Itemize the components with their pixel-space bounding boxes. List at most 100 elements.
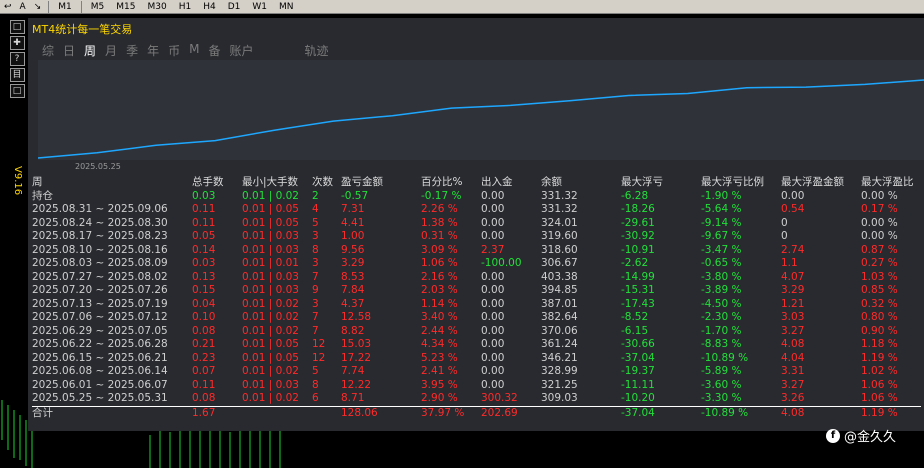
tab-trajectory[interactable]: 轨迹 (305, 42, 329, 59)
cell-max-float-profit-pct: 1.19 % (861, 351, 898, 364)
cell-balance: 361.24 (541, 338, 578, 350)
cell-total-lots: 0.21 (192, 338, 216, 350)
cell-percent: 2.44 % (421, 324, 458, 337)
header-percent: 百分比% (421, 176, 463, 188)
timeframe-m1[interactable]: M1 (52, 0, 78, 14)
cell-count: 8 (312, 243, 319, 256)
cell-max-float-profit: 3.31 (781, 365, 805, 377)
cell-max-float-profit-pct: 1.06 % (861, 392, 898, 404)
cell-count: 7 (312, 311, 319, 323)
panel-title: MT4统计每一笔交易 (32, 23, 133, 36)
cell-max-drawdown-pct: -3.47 % (701, 243, 742, 256)
tab-month[interactable]: 月 (105, 42, 117, 59)
watermark: f @金久久 (826, 426, 896, 445)
tab-currency[interactable]: 币 (168, 42, 180, 59)
cell-deposit-withdraw: 0.00 (481, 230, 505, 242)
cell-percent: 1.14 % (421, 297, 458, 310)
cell-max-drawdown: -2.62 (621, 257, 649, 269)
toolbar-separator (80, 0, 82, 13)
version-tag: V9.16 (12, 166, 23, 196)
header-balance: 余额 (541, 176, 562, 188)
cell-percent: 0.31 % (421, 230, 458, 242)
cell-max-drawdown: -14.99 (621, 270, 655, 283)
timeframe-h1[interactable]: H1 (173, 0, 198, 14)
cell-total-lots: 0.23 (192, 351, 216, 364)
cell-max-drawdown-pct: -9.67 % (701, 230, 742, 242)
period-tabs: 综 日 周 月 季 年 币 M 备 账户 轨迹 (42, 42, 329, 59)
cell-max-float-profit: 0 (781, 216, 788, 229)
cell-total-lots: 0.04 (192, 297, 216, 310)
timeframe-h4[interactable]: H4 (197, 0, 222, 14)
cell-percent: 5.23 % (421, 351, 458, 364)
cell-max-drawdown-pct: -0.65 % (701, 257, 742, 269)
cell-pnl: 8.53 (341, 270, 365, 283)
table-row: 2025.08.17 ~ 2025.08.23 0.05 0.01 | 0.03 3 1… (32, 230, 921, 244)
cell-count: 5 (312, 365, 319, 377)
cell-count: 8 (312, 378, 319, 391)
cell-total-lots: 0.03 (192, 189, 216, 202)
arrow-tool-icon[interactable]: ↘ (30, 0, 46, 14)
cell-max-float-profit-pct: 0.87 % (861, 243, 898, 256)
move-icon[interactable]: ✚ (9, 36, 25, 50)
cell-period: 2025.06.01 ~ 2025.06.07 (32, 378, 168, 391)
timeframe-m30[interactable]: M30 (141, 0, 172, 14)
table-row: 2025.07.20 ~ 2025.07.26 0.15 0.01 | 0.03 9 7… (32, 284, 921, 298)
cell-max-float-profit: 4.08 (781, 405, 861, 420)
top-toolbar: ↩ A ↘ M1 M5 M15 M30 H1 H4 D1 W1 MN (0, 0, 924, 14)
cell-period: 2025.06.08 ~ 2025.06.14 (32, 365, 168, 377)
tab-quarter[interactable]: 季 (126, 42, 138, 59)
cell-percent: 1.06 % (421, 257, 458, 269)
cell-balance: 321.25 (541, 378, 578, 391)
cell-pnl: 8.82 (341, 324, 365, 337)
table-row: 2025.06.01 ~ 2025.06.07 0.11 0.01 | 0.03 8 1… (32, 379, 921, 393)
timeframe-m5[interactable]: M5 (85, 0, 111, 14)
tab-overview[interactable]: 综 (42, 42, 54, 59)
help-icon[interactable]: ? (9, 52, 25, 66)
cell-count: 12 (312, 351, 326, 364)
cell-min-max-lots: 0.01 | 0.02 (242, 324, 299, 337)
cell-balance (541, 405, 621, 420)
cell-count: 3 (312, 257, 319, 269)
cell-max-drawdown: -6.28 (621, 189, 649, 202)
cell-max-drawdown: -30.92 (621, 230, 655, 242)
cell-max-drawdown: -37.04 (621, 351, 655, 364)
tab-day[interactable]: 日 (63, 42, 75, 59)
cell-deposit-withdraw: 0.00 (481, 203, 505, 215)
cell-max-drawdown: -17.43 (621, 297, 655, 310)
timeframe-w1[interactable]: W1 (246, 0, 273, 14)
cell-balance: 370.06 (541, 324, 578, 337)
cell-max-drawdown-pct: -9.14 % (701, 216, 742, 229)
cell-max-float-profit-pct: 1.02 % (861, 365, 898, 377)
cell-balance: 324.01 (541, 216, 578, 229)
tab-account[interactable]: 账户 (229, 42, 253, 59)
restore-icon[interactable]: □ (9, 84, 25, 98)
timeframe-d1[interactable]: D1 (222, 0, 247, 14)
text-tool-icon[interactable]: A (16, 0, 30, 14)
cell-total-lots: 0.14 (192, 243, 216, 256)
cell-max-drawdown: -18.26 (621, 203, 655, 215)
cell-percent: 37.97 % (421, 405, 481, 420)
cell-period: 2025.06.22 ~ 2025.06.28 (32, 338, 168, 350)
tab-year[interactable]: 年 (147, 42, 159, 59)
timeframe-m15[interactable]: M15 (110, 0, 141, 14)
window-icon[interactable]: □ (9, 20, 25, 34)
cell-max-drawdown: -8.52 (621, 311, 649, 323)
header-max-drawdown-pct: 最大浮亏比例 (701, 176, 764, 188)
tab-magic[interactable]: M (189, 42, 199, 59)
undo-tool-icon[interactable]: ↩ (0, 0, 16, 14)
table-row: 2025.07.13 ~ 2025.07.19 0.04 0.01 | 0.02 3 4… (32, 298, 921, 312)
cell-balance: 331.32 (541, 189, 578, 202)
tab-notes[interactable]: 备 (208, 42, 220, 59)
cell-pnl: 12.22 (341, 378, 372, 391)
cell-max-drawdown-pct: -2.30 % (701, 311, 742, 323)
grid-icon[interactable]: 目 (9, 68, 25, 82)
cell-deposit-withdraw: 300.32 (481, 392, 518, 404)
tab-week[interactable]: 周 (84, 42, 96, 59)
timeframe-mn[interactable]: MN (273, 0, 300, 14)
header-total-lots: 总手数 (192, 176, 224, 188)
cell-max-float-profit: 3.27 (781, 324, 805, 337)
cell-deposit-withdraw: 0.00 (481, 270, 505, 283)
stats-panel: MT4统计每一笔交易 综 日 周 月 季 年 币 M 备 账户 轨迹 2025.… (28, 18, 924, 431)
cell-total-lots: 0.11 (192, 203, 216, 215)
cell-balance: 331.32 (541, 203, 578, 215)
